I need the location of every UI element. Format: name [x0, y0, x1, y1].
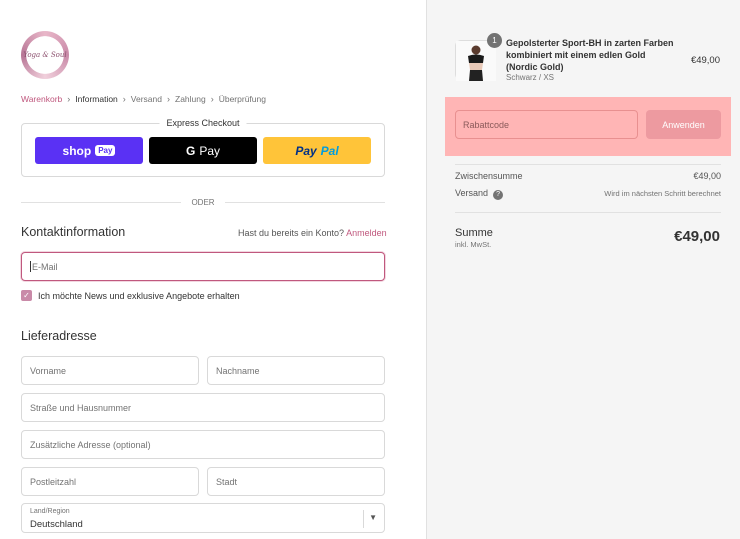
discount-placeholder: Rabattcode [463, 119, 510, 130]
total-value: €49,00 [674, 228, 720, 245]
quantity-badge: 1 [487, 33, 502, 48]
street-placeholder: Straße und Hausnummer [30, 402, 132, 413]
zip-placeholder: Postleitzahl [30, 476, 77, 487]
contact-heading: Kontaktinformation [21, 225, 126, 239]
last-name-placeholder: Nachname [216, 365, 260, 376]
shop-pay-label: shop [62, 143, 92, 158]
breadcrumb-cart[interactable]: Warenkorb [21, 94, 62, 104]
product-name: Gepolsterter Sport-BH in zarten Farben k… [506, 38, 674, 72]
divider-line [21, 201, 182, 203]
breadcrumb-review: Überprüfung [218, 94, 266, 104]
discount-section: Rabattcode Anwenden [445, 97, 731, 156]
or-text: ODER [191, 197, 215, 207]
chevron-right-icon: › [167, 94, 170, 104]
express-checkout-title: Express Checkout [159, 118, 247, 128]
breadcrumb-information: Information [75, 94, 118, 104]
product-price: €49,00 [690, 55, 720, 66]
newsletter-checkbox[interactable]: ✓ [21, 290, 32, 301]
google-pay-label: Pay [199, 143, 221, 158]
country-select[interactable]: Land/Region Deutschland ▼ [21, 503, 385, 533]
breadcrumb-payment: Zahlung [175, 94, 206, 104]
newsletter-label: Ich möchte News und exklusive Angebote e… [38, 290, 240, 301]
apply-discount-button[interactable]: Anwenden [646, 110, 721, 139]
breadcrumb-shipping: Versand [130, 94, 162, 104]
express-checkout: Express Checkout shop Pay G Pay Pay Pal [21, 118, 385, 177]
total-tax-note: inkl. MwSt. [455, 240, 492, 249]
shipping-heading: Lieferadresse [21, 329, 97, 343]
chevron-right-icon: › [122, 94, 126, 104]
shop-pay-button[interactable]: shop Pay [35, 137, 143, 164]
shipping-label: Versand [455, 188, 489, 198]
first-name-input[interactable]: Vorname [21, 356, 199, 385]
breadcrumb: Warenkorb › Information › Versand › Zahl… [21, 94, 266, 104]
chevron-down-icon: ▼ [369, 513, 377, 522]
email-placeholder: E-Mail [32, 261, 58, 272]
text-caret [30, 261, 31, 272]
summary-divider [455, 212, 721, 213]
discount-code-input[interactable]: Rabattcode [455, 110, 638, 139]
login-link[interactable]: Anmelden [346, 228, 387, 238]
select-separator [363, 510, 364, 528]
city-placeholder: Stadt [216, 476, 238, 487]
google-g-icon: G [185, 143, 196, 158]
summary-divider [455, 164, 721, 165]
paypal-label-pay: Pay [295, 143, 317, 158]
help-icon[interactable]: ? [493, 189, 504, 200]
or-divider: ODER [21, 197, 385, 207]
country-label: Land/Region [30, 508, 70, 515]
newsletter-row: ✓ Ich möchte News und exklusive Angebote… [21, 290, 240, 301]
chevron-right-icon: › [210, 94, 214, 104]
logo-text: Yoga & Soul [23, 51, 67, 59]
first-name-placeholder: Vorname [30, 365, 67, 376]
country-value: Deutschland [30, 519, 83, 530]
zip-input[interactable]: Postleitzahl [21, 467, 199, 496]
subtotal-row: Zwischensumme €49,00 [455, 171, 721, 181]
email-input[interactable]: E-Mail [21, 252, 385, 281]
subtotal-label: Zwischensumme [455, 171, 523, 181]
total-label: Summe [455, 227, 493, 239]
checkout-main: Yoga & Soul Warenkorb › Information › Ve… [0, 0, 426, 539]
shop-pay-badge: Pay [95, 145, 116, 156]
shipping-label-group: Versand? [455, 188, 504, 200]
order-summary: 1 Gepolsterter Sport-BH in zarten Farben… [426, 0, 740, 539]
street-input[interactable]: Straße und Hausnummer [21, 393, 385, 422]
address2-input[interactable]: Zusätzliche Adresse (optional) [21, 430, 385, 459]
paypal-label-pal: Pal [320, 143, 339, 158]
google-pay-button[interactable]: G Pay [149, 137, 257, 164]
paypal-button[interactable]: Pay Pal [263, 137, 371, 164]
shipping-value: Wird im nächsten Schritt berechnet [604, 189, 721, 199]
login-question: Hast du bereits ein Konto? [238, 228, 345, 238]
shipping-row: Versand? Wird im nächsten Schritt berech… [455, 188, 721, 200]
chevron-right-icon: › [67, 94, 71, 104]
subtotal-value: €49,00 [693, 171, 721, 181]
store-logo[interactable]: Yoga & Soul [21, 31, 69, 79]
city-input[interactable]: Stadt [207, 467, 385, 496]
login-prompt: Hast du bereits ein Konto? Anmelden [238, 228, 387, 238]
divider-line [224, 201, 385, 203]
last-name-input[interactable]: Nachname [207, 356, 385, 385]
product-variant: Schwarz / XS [506, 73, 555, 82]
address2-placeholder: Zusätzliche Adresse (optional) [30, 439, 151, 450]
